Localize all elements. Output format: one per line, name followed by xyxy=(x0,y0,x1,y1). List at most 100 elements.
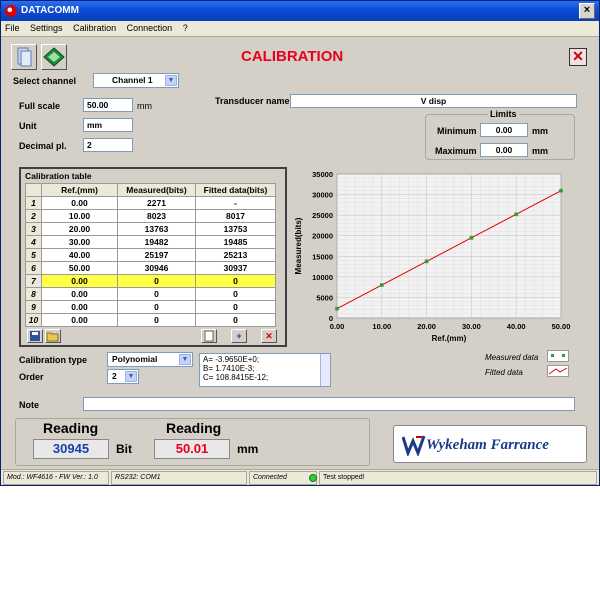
calibration-panel: CALIBRATION ✕ Select channel Channel 1 ▼… xyxy=(1,38,599,468)
table-cell[interactable]: 0 xyxy=(117,287,196,301)
maximum-label: Maximum xyxy=(435,146,477,156)
delete-row-button[interactable]: ✕ xyxy=(261,329,277,343)
plot-area xyxy=(336,173,562,319)
table-row[interactable]: 9 0.00 0 0 xyxy=(25,300,276,314)
table-cell[interactable]: - xyxy=(195,196,276,210)
table-cell[interactable]: 40.00 xyxy=(41,248,118,262)
table-cell[interactable]: 30.00 xyxy=(41,235,118,249)
table-header-measured: Measured(bits) xyxy=(117,183,196,197)
coefficients-scrollbar[interactable] xyxy=(320,354,330,386)
window-title: DATACOMM xyxy=(21,5,79,16)
table-row[interactable]: 6 50.00 30946 30937 xyxy=(25,261,276,275)
table-row[interactable]: 10 0.00 0 0 xyxy=(25,313,276,327)
table-cell[interactable]: 0.00 xyxy=(41,287,118,301)
table-row[interactable]: 1 0.00 2271- xyxy=(25,196,276,210)
table-row[interactable]: 5 40.00 25197 25213 xyxy=(25,248,276,262)
row-index: 5 xyxy=(25,248,42,262)
minimum-label: Minimum xyxy=(437,126,477,136)
y-axis-label: Measured(bits) xyxy=(294,217,303,274)
measured-data-point xyxy=(424,259,429,264)
coefficients-box[interactable]: A= -3.9650E+0; B= 1.7410E-3; C= 108.8415… xyxy=(199,353,331,387)
table-cell[interactable]: 0 xyxy=(195,300,276,314)
reading-bit-value: 30945 xyxy=(33,439,109,459)
table-cell[interactable]: 0 xyxy=(195,274,276,288)
table-cell[interactable]: 0.00 xyxy=(41,300,118,314)
y-tick-label: 35000 xyxy=(312,170,333,179)
table-cell[interactable]: 19482 xyxy=(117,235,196,249)
measured-data-point xyxy=(469,236,474,240)
new-row-button[interactable] xyxy=(201,329,217,343)
chevron-down-icon[interactable]: ▼ xyxy=(125,371,137,382)
coefficient-a: A= -3.9650E+0; xyxy=(203,355,260,364)
legend-fitted-label: Fitted data xyxy=(485,368,523,377)
table-cell[interactable]: 0 xyxy=(117,313,196,327)
table-cell[interactable]: 0 xyxy=(117,300,196,314)
chevron-down-icon[interactable]: ▼ xyxy=(179,354,191,365)
table-row[interactable]: 4 30.00 19482 19485 xyxy=(25,235,276,249)
full-scale-input[interactable]: 50.00 xyxy=(83,98,133,112)
table-header-index xyxy=(25,183,42,197)
status-bar: Mod.: WF4616 - FW Ver.: 1.0 RS232: COM1 … xyxy=(1,469,599,485)
transducer-input[interactable]: V disp xyxy=(290,94,577,108)
minimum-unit: mm xyxy=(532,126,549,136)
unit-input[interactable]: mm xyxy=(83,118,133,132)
menu-connection[interactable]: Connection xyxy=(123,21,177,35)
save-table-button[interactable] xyxy=(27,329,43,343)
table-cell[interactable]: 25197 xyxy=(117,248,196,262)
table-row[interactable]: 3 20.00 13763 13753 xyxy=(25,222,276,236)
maximum-input[interactable]: 0.00 xyxy=(480,143,528,157)
table-cell[interactable]: 19485 xyxy=(195,235,276,249)
calibration-type-select[interactable]: Polynomial ▼ xyxy=(107,352,193,367)
calibration-table: Ref.(mm) Measured(bits) Fitted data(bits… xyxy=(25,183,276,327)
table-cell[interactable]: 30937 xyxy=(195,261,276,275)
table-cell[interactable]: 0 xyxy=(195,287,276,301)
table-cell[interactable]: 8023 xyxy=(117,209,196,223)
order-select[interactable]: 2 ▼ xyxy=(107,369,139,384)
table-cell[interactable]: 0.00 xyxy=(41,274,118,288)
menu-help[interactable]: ? xyxy=(179,21,192,35)
table-cell[interactable]: 2271 xyxy=(117,196,196,210)
table-row[interactable]: 8 0.00 0 0 xyxy=(25,287,276,301)
decimal-input[interactable]: 2 xyxy=(83,138,133,152)
chevron-down-icon[interactable]: ▼ xyxy=(165,75,177,86)
table-cell[interactable]: 0.00 xyxy=(41,313,118,327)
table-cell[interactable]: 30946 xyxy=(117,261,196,275)
full-scale-label: Full scale xyxy=(19,101,61,111)
table-cell[interactable]: 8017 xyxy=(195,209,276,223)
table-cell[interactable]: 10.00 xyxy=(41,209,118,223)
status-connection: Connected xyxy=(249,471,317,485)
maximum-unit: mm xyxy=(532,146,549,156)
document-icon xyxy=(17,47,32,67)
reading-bit-unit: Bit xyxy=(116,442,132,456)
open-table-button[interactable] xyxy=(45,329,61,343)
menu-file[interactable]: File xyxy=(1,21,24,35)
table-cell[interactable]: 25213 xyxy=(195,248,276,262)
table-cell[interactable]: 20.00 xyxy=(41,222,118,236)
line-legend-icon xyxy=(548,367,568,375)
table-cell[interactable]: 0.00 xyxy=(41,196,118,210)
menu-settings[interactable]: Settings xyxy=(26,21,67,35)
minimum-input[interactable]: 0.00 xyxy=(480,123,528,137)
channel-select[interactable]: Channel 1 ▼ xyxy=(93,73,179,88)
close-panel-button[interactable]: ✕ xyxy=(569,48,587,66)
add-row-button[interactable]: + xyxy=(231,329,247,343)
table-cell[interactable]: 50.00 xyxy=(41,261,118,275)
table-cell[interactable]: 0 xyxy=(195,313,276,327)
window-close-button[interactable]: × xyxy=(579,3,595,19)
table-row[interactable]: 7 0.00 0 0 xyxy=(25,274,276,288)
table-row[interactable]: 2 10.00 8023 8017 xyxy=(25,209,276,223)
menu-calibration[interactable]: Calibration xyxy=(69,21,120,35)
table-cell[interactable]: 0 xyxy=(117,274,196,288)
note-input[interactable] xyxy=(83,397,575,411)
note-label: Note xyxy=(19,400,39,410)
table-cell[interactable]: 13763 xyxy=(117,222,196,236)
table-cell[interactable]: 13753 xyxy=(195,222,276,236)
row-index: 1 xyxy=(25,196,42,210)
load-config-button[interactable] xyxy=(41,44,67,70)
scatter-legend-icon xyxy=(551,354,565,357)
full-scale-unit: mm xyxy=(137,101,152,111)
save-config-button[interactable] xyxy=(11,44,37,70)
status-port: RS232: COM1 xyxy=(111,471,247,485)
calibration-chart: 0.00 10.00 20.00 30.00 40.00 50.00 0 5000 10000 1… xyxy=(293,168,577,348)
coefficient-c: C= 108.8415E-12; xyxy=(203,373,269,382)
